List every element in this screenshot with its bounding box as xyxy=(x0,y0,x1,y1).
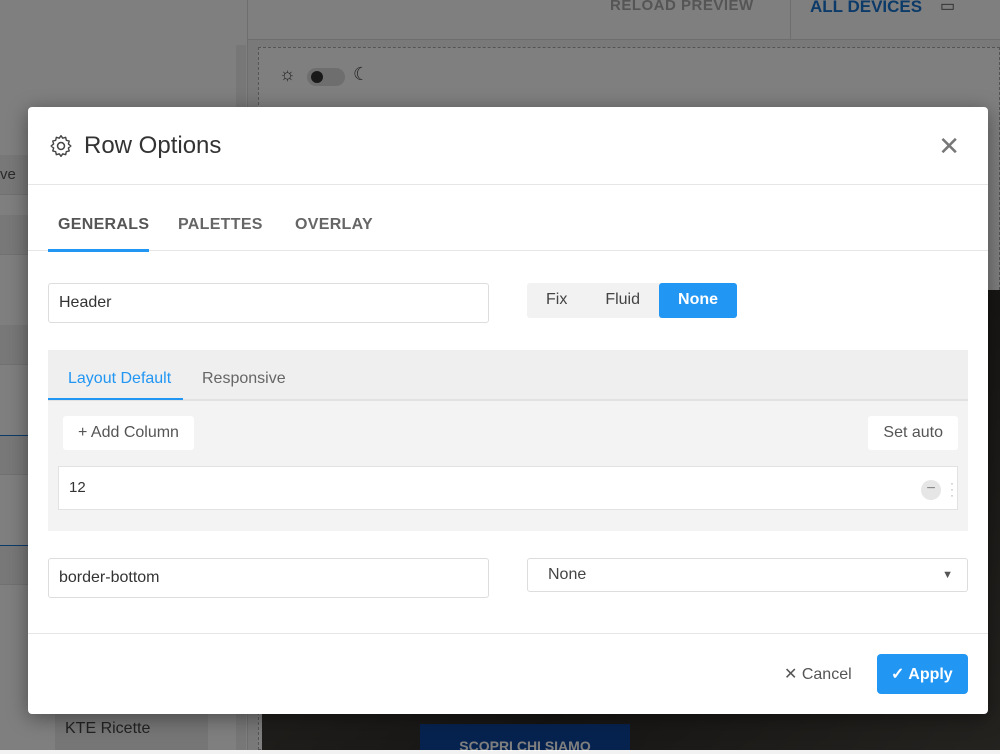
set-auto-button[interactable]: Set auto xyxy=(868,416,958,450)
layout-panel: Layout Default Responsive + Add Column S… xyxy=(48,350,968,531)
width-fluid-option[interactable]: Fluid xyxy=(586,283,659,318)
tab-generals[interactable]: GENERALS xyxy=(58,216,149,234)
tab-palettes[interactable]: PALETTES xyxy=(178,216,263,234)
width-fix-option[interactable]: Fix xyxy=(527,283,586,318)
layout-tabs: Layout Default Responsive xyxy=(48,350,968,401)
dialog-footer-divider xyxy=(28,633,988,634)
cancel-button[interactable]: ✕ Cancel xyxy=(784,664,852,684)
remove-column-icon[interactable]: − xyxy=(921,480,941,500)
border-select[interactable]: None ▼ xyxy=(527,558,968,592)
active-tab-indicator xyxy=(48,249,149,252)
active-layout-tab-indicator xyxy=(48,398,183,400)
width-mode-toggle: Fix Fluid None xyxy=(527,283,738,318)
tab-layout-default[interactable]: Layout Default xyxy=(68,370,171,388)
drag-handle-icon[interactable]: · · · xyxy=(950,477,954,501)
dialog-header: Row Options xyxy=(28,107,988,185)
width-none-option[interactable]: None xyxy=(659,283,738,318)
column-row: 12 − · · · xyxy=(58,466,958,510)
border-select-value: None xyxy=(548,566,587,583)
column-size-value[interactable]: 12 xyxy=(69,479,86,496)
close-icon[interactable]: ✕ xyxy=(938,133,960,159)
apply-button[interactable]: ✓ Apply xyxy=(877,654,968,694)
tab-responsive[interactable]: Responsive xyxy=(202,370,286,388)
gear-icon xyxy=(50,134,72,157)
css-class-input[interactable]: border-bottom xyxy=(48,558,489,598)
dialog-title: Row Options xyxy=(84,131,222,159)
dialog-tabs: GENERALS PALETTES OVERLAY xyxy=(28,185,988,251)
add-column-button[interactable]: + Add Column xyxy=(63,416,194,450)
row-options-dialog: Row Options ✕ GENERALS PALETTES OVERLAY … xyxy=(28,107,988,714)
chevron-down-icon: ▼ xyxy=(942,569,953,581)
row-name-input[interactable]: Header xyxy=(48,283,489,323)
tab-overlay[interactable]: OVERLAY xyxy=(295,216,373,234)
